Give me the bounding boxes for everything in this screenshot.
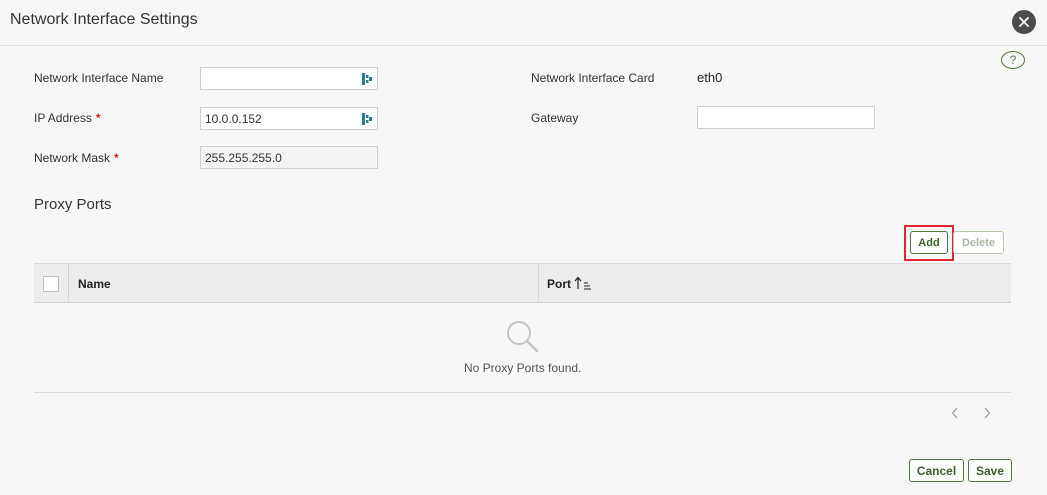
column-divider — [538, 264, 539, 302]
chevron-left-icon — [951, 407, 958, 419]
network-interface-dialog: Network Interface Settings ? Network Int… — [0, 0, 1047, 495]
gateway-label: Gateway — [531, 111, 579, 125]
column-header-port[interactable]: Port — [547, 277, 571, 291]
network-mask-input[interactable]: 255.255.255.0 — [200, 146, 378, 169]
close-button[interactable] — [1012, 10, 1036, 34]
interface-name-input[interactable] — [200, 67, 378, 90]
close-icon — [1019, 17, 1029, 27]
select-all-checkbox[interactable] — [43, 276, 59, 292]
previous-page-button[interactable] — [948, 405, 962, 421]
required-marker: * — [114, 151, 119, 165]
interface-name-label: Network Interface Name — [34, 71, 164, 85]
network-mask-label: Network Mask * — [34, 151, 119, 165]
cancel-button[interactable]: Cancel — [909, 459, 964, 482]
column-header-name[interactable]: Name — [78, 277, 111, 291]
save-button[interactable]: Save — [968, 459, 1012, 482]
gateway-input[interactable] — [697, 106, 875, 129]
chevron-right-icon — [984, 407, 991, 419]
proxy-ports-title: Proxy Ports — [34, 196, 112, 213]
add-button[interactable]: Add — [910, 231, 948, 254]
ip-address-input[interactable]: 10.0.0.152 — [200, 107, 378, 130]
column-divider — [68, 264, 69, 302]
help-button[interactable]: ? — [1001, 51, 1025, 69]
required-marker: * — [95, 111, 101, 125]
table-bottom-border — [34, 392, 1011, 393]
delete-button[interactable]: Delete — [953, 231, 1004, 254]
interface-card-value: eth0 — [697, 70, 723, 85]
sort-ascending-icon[interactable] — [574, 276, 592, 290]
search-icon — [507, 321, 539, 353]
ip-address-label: IP Address * — [34, 111, 101, 125]
next-page-button[interactable] — [980, 405, 994, 421]
variable-picker-icon[interactable] — [361, 72, 373, 86]
dialog-title: Network Interface Settings — [10, 11, 198, 28]
proxy-ports-table-header: Name Port — [34, 263, 1011, 303]
variable-picker-icon[interactable] — [361, 112, 373, 126]
help-icon: ? — [1009, 53, 1017, 67]
interface-card-label: Network Interface Card — [531, 71, 655, 85]
dialog-header: Network Interface Settings — [0, 0, 1047, 46]
